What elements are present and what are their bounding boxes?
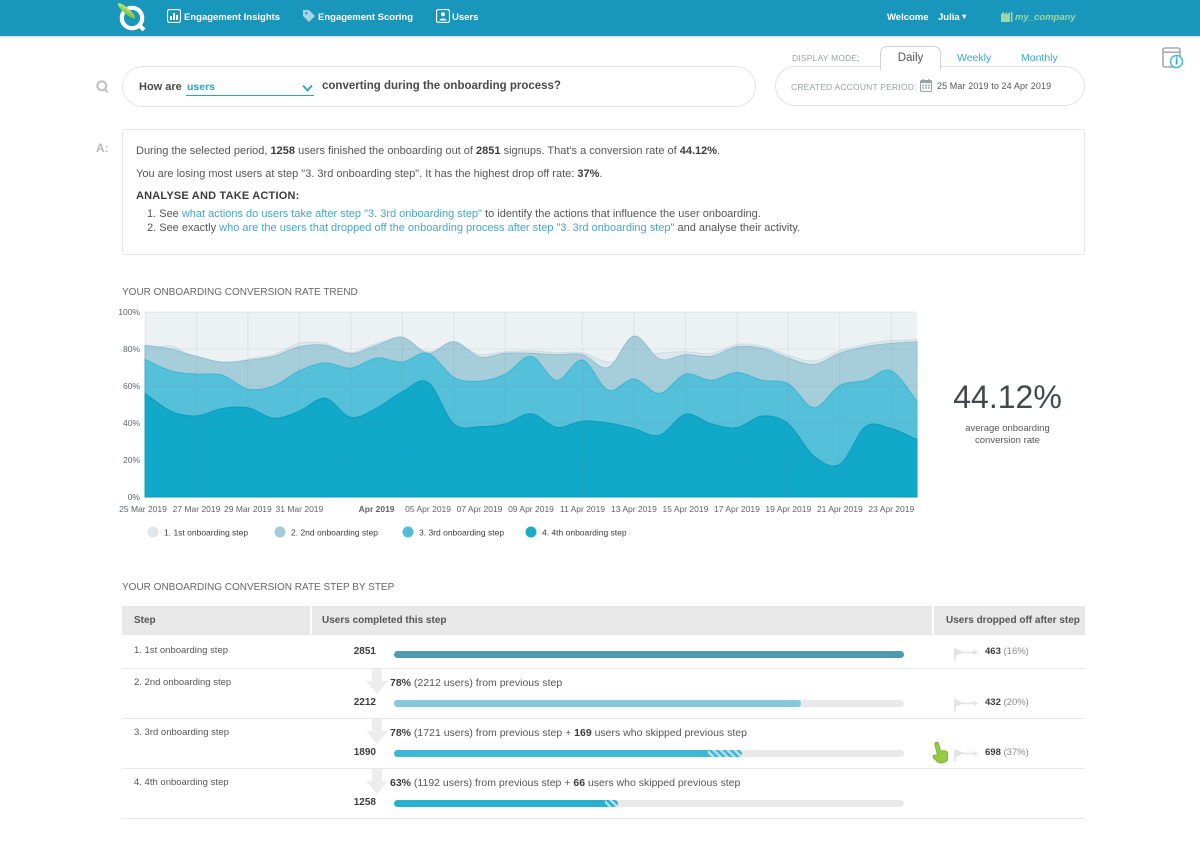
svg-text:3. 3rd onboarding step: 3. 3rd onboarding step	[419, 528, 504, 538]
svg-text:21 Apr 2019: 21 Apr 2019	[817, 504, 863, 514]
svg-text:11 Apr 2019: 11 Apr 2019	[560, 504, 605, 514]
svg-text:Apr 2019: Apr 2019	[359, 504, 395, 514]
svg-text:60%: 60%	[123, 381, 140, 391]
svg-text:29 Mar 2019: 29 Mar 2019	[224, 504, 272, 514]
svg-text:07 Apr 2019: 07 Apr 2019	[457, 504, 503, 514]
svg-text:4. 4th onboarding step: 4. 4th onboarding step	[542, 528, 627, 538]
svg-text:05 Apr 2019: 05 Apr 2019	[405, 504, 451, 514]
svg-text:20%: 20%	[123, 455, 140, 465]
svg-text:31 Mar 2019: 31 Mar 2019	[276, 504, 324, 514]
svg-text:40%: 40%	[123, 418, 140, 428]
svg-text:100%: 100%	[118, 307, 140, 317]
svg-text:0%: 0%	[128, 492, 141, 502]
svg-text:13 Apr 2019: 13 Apr 2019	[611, 504, 657, 514]
svg-text:23 Apr 2019: 23 Apr 2019	[868, 504, 914, 514]
svg-text:1. 1st onboarding step: 1. 1st onboarding step	[164, 528, 248, 538]
svg-text:19 Apr 2019: 19 Apr 2019	[765, 504, 811, 514]
svg-text:2. 2nd onboarding step: 2. 2nd onboarding step	[291, 528, 378, 538]
svg-text:80%: 80%	[123, 344, 140, 354]
svg-text:27 Mar 2019: 27 Mar 2019	[173, 504, 221, 514]
svg-text:25 Mar 2019: 25 Mar 2019	[119, 504, 167, 514]
svg-text:17 Apr 2019: 17 Apr 2019	[714, 504, 760, 514]
svg-text:09 Apr 2019: 09 Apr 2019	[508, 504, 554, 514]
svg-text:15 Apr 2019: 15 Apr 2019	[662, 504, 708, 514]
